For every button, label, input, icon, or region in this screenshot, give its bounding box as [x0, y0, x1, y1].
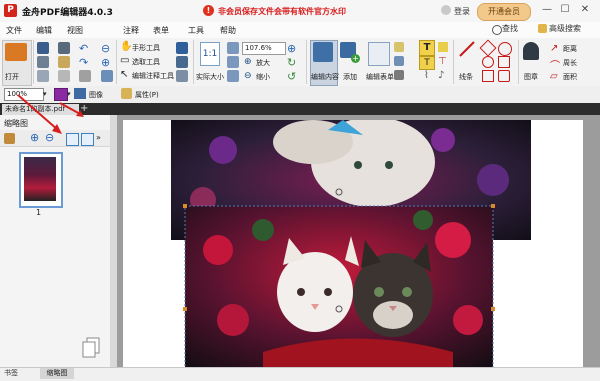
bookmarks-tab[interactable]: 书签	[4, 368, 18, 378]
red-arrow-left	[17, 94, 59, 131]
status-bar	[0, 367, 600, 381]
thumbnails-tab[interactable]: 缩略图	[40, 368, 74, 379]
annotation-arrows	[17, 94, 84, 134]
